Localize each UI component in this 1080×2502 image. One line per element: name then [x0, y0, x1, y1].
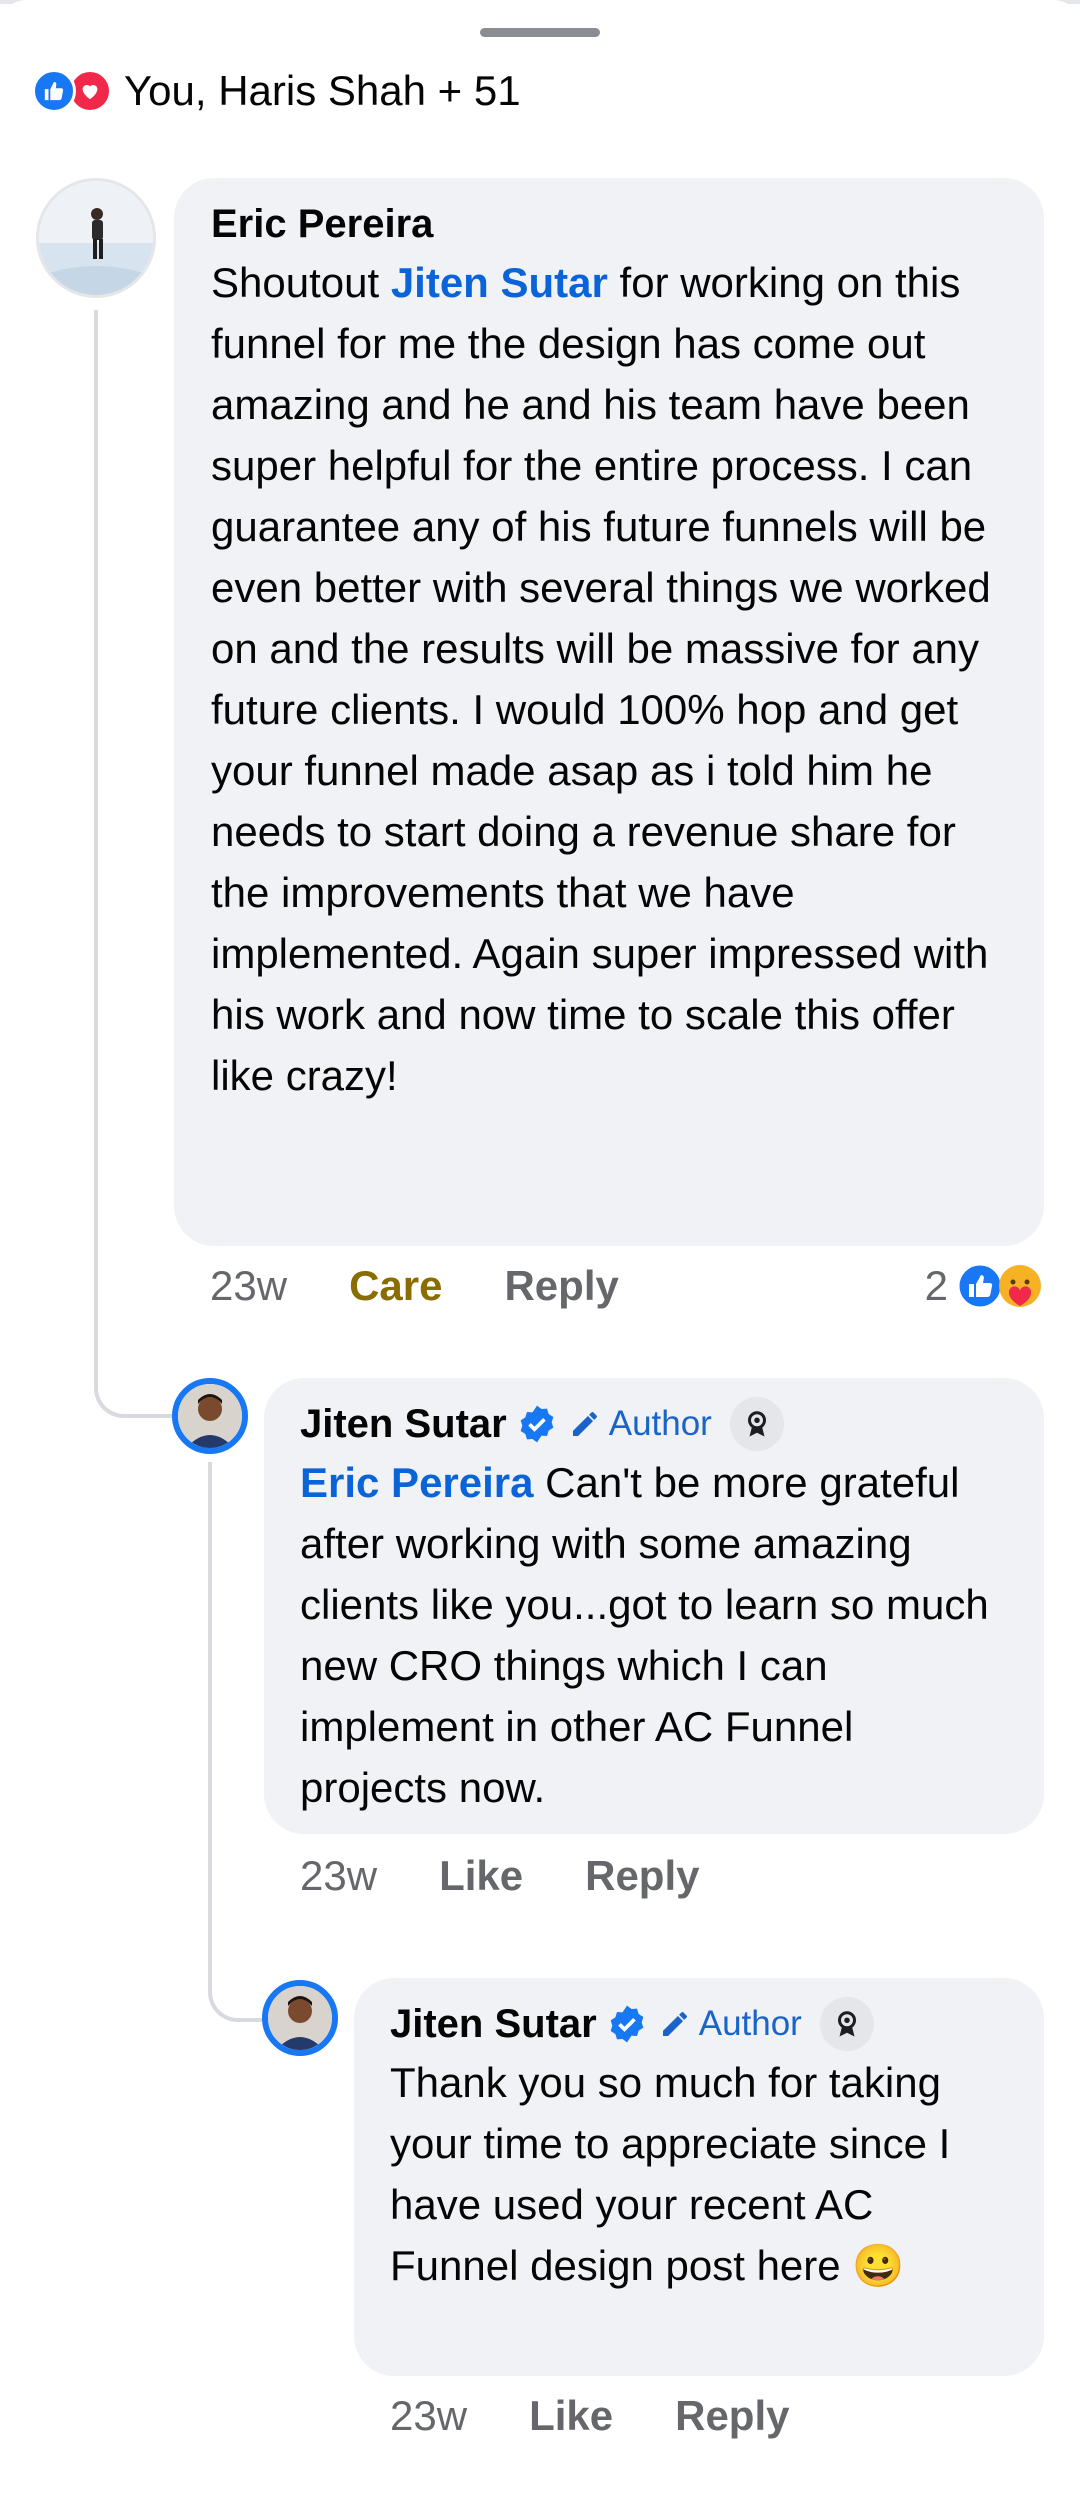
comment-author[interactable]: Jiten Sutar [300, 1396, 507, 1452]
like-icon [32, 69, 76, 113]
avatar[interactable] [172, 1378, 248, 1454]
comment-reaction-count[interactable]: 2 [925, 1262, 1044, 1310]
comment-time[interactable]: 23w [210, 1262, 287, 1310]
comment-time[interactable]: 23w [390, 2392, 467, 2440]
reactions-summary-text: You, Haris Shah + 51 [124, 67, 521, 114]
comment-author-row: Jiten Sutar Author [300, 1396, 1008, 1452]
grinning-face-emoji: 😀 [852, 2242, 905, 2289]
author-badge-label: Author [698, 2004, 802, 2043]
avatar[interactable] [262, 1980, 338, 2056]
comment-author[interactable]: Jiten Sutar [390, 1996, 597, 2052]
thread-line [94, 310, 176, 1418]
mention-link[interactable]: Jiten Sutar [391, 259, 608, 306]
comment-text-lead: Shoutout [211, 259, 391, 306]
author-badge: Author [569, 1396, 712, 1452]
reactions-summary[interactable]: You, Haris Shah + 51 [32, 66, 521, 116]
pencil-icon [662, 2012, 687, 2036]
sheet-top [0, 0, 1080, 30]
comment-actions: 23w Like Reply [300, 1852, 761, 1900]
comment-bubble-jiten-2[interactable]: Jiten Sutar Author Thank you so much for… [354, 1978, 1044, 2376]
like-button[interactable]: Like [529, 2392, 613, 2440]
comment-author-row: Jiten Sutar Author [390, 1996, 1008, 2052]
comment-text-body: for working on this funnel for me the de… [211, 259, 991, 1099]
drag-handle[interactable] [480, 28, 600, 37]
reply-button[interactable]: Reply [585, 1852, 699, 1900]
like-button[interactable]: Like [439, 1852, 523, 1900]
reply-button[interactable]: Reply [675, 2392, 789, 2440]
top-fan-ribbon-icon [819, 1997, 874, 2051]
author-badge-label: Author [608, 1404, 712, 1443]
reply-button[interactable]: Reply [504, 1262, 618, 1310]
verified-badge-icon [520, 1405, 554, 1443]
comment-actions: 23w Like Reply [390, 2392, 851, 2440]
comment-text: Eric Pereira Can't be more grateful afte… [300, 1452, 1008, 1818]
mention-link[interactable]: Eric Pereira [300, 1459, 534, 1506]
comment-author[interactable]: Eric Pereira [211, 196, 1008, 252]
avatar[interactable] [36, 178, 156, 298]
comment-time[interactable]: 23w [300, 1852, 377, 1900]
comment-text-body: Can't be more grateful after working wit… [300, 1459, 989, 1811]
comment-text: Shoutout Jiten Sutar for working on this… [211, 252, 1008, 1106]
comment-bubble-eric[interactable]: Eric Pereira Shoutout Jiten Sutar for wo… [174, 178, 1044, 1246]
reaction-count: 2 [924, 1262, 948, 1309]
top-fan-ribbon-icon [729, 1397, 784, 1451]
comment-bubble-jiten-1[interactable]: Jiten Sutar Author Eric Pereira Can't be… [264, 1378, 1044, 1834]
verified-badge-icon [610, 2005, 644, 2043]
care-icon [999, 1265, 1041, 1307]
pencil-icon [572, 1412, 597, 1436]
care-reaction-button[interactable]: Care [349, 1262, 442, 1310]
thread-line-nested [208, 1462, 264, 2022]
comment-text: Thank you so much for taking your time t… [390, 2052, 1008, 2296]
comment-actions: 23w Care Reply [210, 1262, 681, 1310]
author-badge: Author [659, 1996, 802, 2052]
